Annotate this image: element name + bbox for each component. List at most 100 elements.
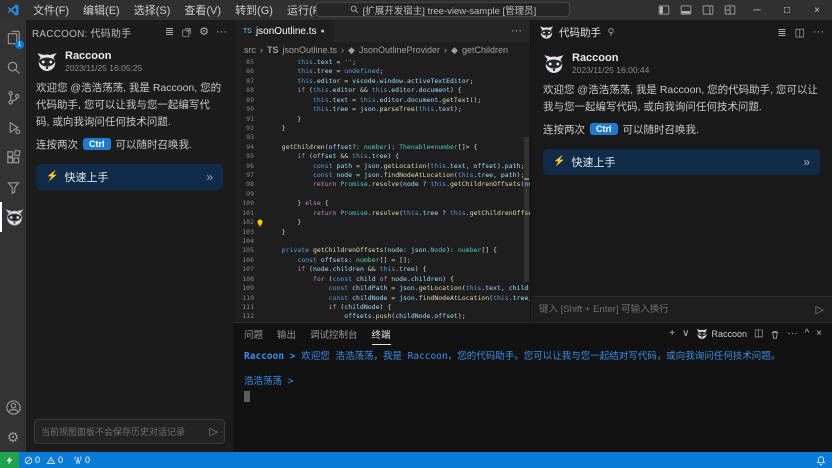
quickstart-button[interactable]: ⚡ 快速上手 » [36,164,223,190]
breadcrumb-src[interactable]: src [244,45,256,55]
settings-gear-icon[interactable]: ⚙ [0,422,26,452]
run-debug-icon[interactable] [0,112,26,142]
code-line: 87 this.editor = vscode.window.activeTex… [234,77,530,86]
open-in-editor-icon[interactable] [181,27,192,38]
send-icon[interactable]: ▷ [816,303,824,316]
code-line: 85 this.text = ''; [234,58,530,67]
breadcrumb-separator: › [444,45,447,55]
maximize-panel-icon[interactable]: ^ [804,329,809,339]
menu-file[interactable]: 文件(F) [26,2,76,18]
editor-actions: ··· [511,20,530,42]
sidebar-title: RACCOON: 代码助手 [32,25,131,40]
chevron-right-icon: » [803,155,810,169]
breadcrumb-method[interactable]: getChildren [462,45,508,55]
split-editor-icon[interactable]: ◫ [795,26,805,39]
account-icon[interactable] [0,392,26,422]
close-button[interactable]: × [802,0,832,20]
editor-scrollbar[interactable] [523,58,530,322]
split-terminal-icon[interactable]: ◫ [754,329,763,339]
lightbulb-icon[interactable] [254,218,266,227]
raccoon-logo-icon [539,25,554,40]
chevron-right-icon: » [206,170,213,184]
code-line: 97 const node = json.findNodeAtLocation(… [234,171,530,180]
quickstart-button[interactable]: ⚡ 快速上手 » [543,149,820,175]
terminal-output[interactable]: Raccoon > 欢迎您 浩浩荡荡，我是 Raccoon，您的代码助手。您可以… [234,345,832,452]
code-line: 100 } else { [234,199,530,208]
tab-label: jsonOutline.ts [256,26,317,37]
command-center-search[interactable]: [扩展开发宿主] tree-view-sample [管理员] [316,2,570,17]
activity-bar-bottom: ⚙ [0,392,26,452]
right-panel-title: 代码助手 [559,25,601,40]
assistant-message-header: Raccoon 2023/11/25 16:05:25 [36,50,223,73]
settings-gear-icon[interactable]: ⚙ [199,27,209,38]
code-line: 90 this.tree = json.parseTree(this.text)… [234,105,530,114]
chat-input[interactable] [539,304,810,315]
extensions-icon[interactable] [0,142,26,172]
terminal-prompt: 浩浩荡荡 > [244,375,822,390]
modified-dot-icon[interactable]: ● [321,28,325,35]
problems-status[interactable]: 0 0 [19,455,68,465]
method-symbol-icon: ◆ [451,45,458,56]
code-line: 101 return Promise.resolve(this.tree ? t… [234,209,530,218]
panel-more-icon[interactable]: ··· [813,26,824,38]
tab-debug-console[interactable]: 调试控制台 [310,324,358,345]
breadcrumb-file[interactable]: jsonOutline.ts [283,45,338,55]
code-editor[interactable]: 85 this.text = '';86 this.tree = undefin… [234,58,530,322]
raccoon-terminal-icon [696,328,708,340]
new-terminal-icon[interactable]: + [669,329,675,339]
customize-layout-icon[interactable] [724,4,736,16]
terminal-profile-dropdown-icon[interactable]: ∨ [682,329,689,339]
filter-tool-icon[interactable] [0,172,26,202]
terminal-profile[interactable]: Raccoon [696,328,747,340]
minimize-button[interactable]: ─ [742,0,772,20]
panel-header: 问题 输出 调试控制台 终端 + ∨ Raccoon ◫ [234,323,832,345]
source-control-icon[interactable] [0,82,26,112]
code-line: 110 const childNode = json.findNodeAtLoc… [234,294,530,303]
code-line: 99 [234,190,530,199]
menu-view[interactable]: 查看(V) [177,2,228,18]
raccoon-extension-icon[interactable] [0,202,26,232]
tab-jsonoutline[interactable]: TS jsonOutline.ts ● [234,20,335,42]
editor-group: TS jsonOutline.ts ● ··· src › TS jsonOut… [234,20,530,322]
tab-output[interactable]: 输出 [277,324,296,345]
explorer-icon[interactable]: 1 [0,22,26,52]
hint-suffix: 可以随时召唤我. [623,122,699,137]
breadcrumb: src › TS jsonOutline.ts › ◆ JsonOutlineP… [234,42,530,58]
vscode-logo-icon [6,2,22,18]
close-panel-icon[interactable]: × [816,329,822,339]
terminal-line: Raccoon > 欢迎您 浩浩荡荡，我是 Raccoon，您的代码助手。您可以… [244,350,822,365]
breadcrumb-separator: › [260,45,263,55]
send-icon[interactable]: ▷ [210,425,218,438]
panel-more-icon[interactable]: ··· [787,329,797,339]
broadcast-status[interactable]: 0 [68,455,95,465]
breadcrumb-class[interactable]: JsonOutlineProvider [359,45,440,55]
code-line: 88 if (this.editor && this.editor.docume… [234,86,530,95]
new-session-icon[interactable]: ≣ [165,27,174,38]
code-line: 98 return Promise.resolve(node ? this.ge… [234,180,530,189]
typescript-file-icon: TS [243,28,252,35]
menu-edit[interactable]: 编辑(E) [76,2,127,18]
menu-goto[interactable]: 转到(G) [228,2,280,18]
more-actions-icon[interactable]: ··· [216,27,227,38]
toggle-sidebar-icon[interactable] [658,4,670,16]
bolt-icon: ⚡ [46,171,58,182]
tab-problems[interactable]: 问题 [244,324,263,345]
menu-selection[interactable]: 选择(S) [127,2,178,18]
remote-indicator[interactable] [0,452,19,468]
toggle-secondary-sidebar-icon[interactable] [702,4,714,16]
toggle-panel-icon[interactable] [680,4,692,16]
panel-menu-icon[interactable]: ≣ [777,26,786,39]
kill-terminal-icon[interactable] [770,329,780,340]
editor-more-actions-icon[interactable]: ··· [511,25,522,37]
chat-input[interactable] [41,427,206,437]
search-icon[interactable] [0,52,26,82]
breadcrumb-separator: › [341,45,344,55]
sidebar-actions: ≣ ⚙ ··· [165,27,227,38]
code-line: 96 const path = json.getLocation(this.te… [234,162,530,171]
hint-prefix: 连按两次 [36,137,78,152]
notifications[interactable] [816,455,832,466]
sidebar-header: RACCOON: 代码助手 ≣ ⚙ ··· [26,20,233,44]
pin-icon[interactable] [606,27,616,37]
tab-terminal[interactable]: 终端 [372,324,391,345]
maximize-button[interactable]: □ [772,0,802,20]
